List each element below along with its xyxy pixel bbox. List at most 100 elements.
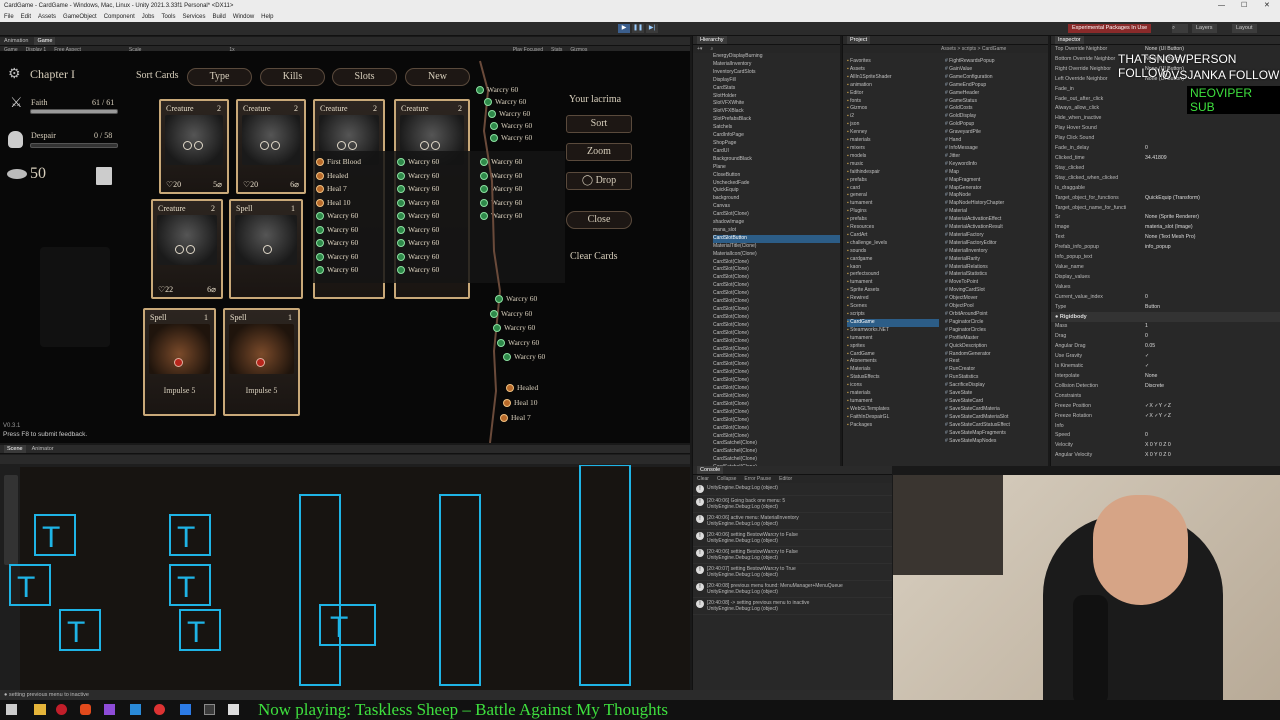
folder-icon[interactable] bbox=[34, 704, 46, 715]
project-folder[interactable]: ▪ materials bbox=[847, 390, 939, 398]
hierarchy-item[interactable]: CardSlot(Clone) bbox=[713, 306, 840, 314]
project-file[interactable]: # SaveStateMapFragments bbox=[945, 430, 1045, 438]
menu-item[interactable]: Window bbox=[233, 12, 254, 22]
hierarchy-item[interactable]: CardSlot(Clone) bbox=[713, 353, 840, 361]
project-folder[interactable]: ▪ Editor bbox=[847, 90, 939, 98]
list-item[interactable]: Warcry 60 bbox=[397, 182, 439, 196]
project-folder[interactable]: ▪ Scenes bbox=[847, 303, 939, 311]
hierarchy-item[interactable]: CardSlot(Clone) bbox=[713, 298, 840, 306]
pause-button[interactable]: ❚❚ bbox=[632, 24, 644, 33]
project-folder[interactable]: ▪ prefabs bbox=[847, 216, 939, 224]
hierarchy-item[interactable]: UncheckedFade bbox=[713, 180, 840, 188]
project-file[interactable]: # ObjectMover bbox=[945, 295, 1045, 303]
project-file[interactable]: # GameConfiguration bbox=[945, 74, 1045, 82]
project-file[interactable]: # MaterialFactory bbox=[945, 232, 1045, 240]
field-value[interactable]: None (Sprite Renderer) bbox=[1145, 213, 1280, 223]
project-file[interactable]: # MaterialRelations bbox=[945, 264, 1045, 272]
project-folder[interactable]: ▪ sprites bbox=[847, 343, 939, 351]
hierarchy-item[interactable]: CardSlot(Clone) bbox=[713, 330, 840, 338]
field-value[interactable]: materia_slot (Image) bbox=[1145, 223, 1280, 233]
play-button[interactable]: ▶ bbox=[618, 24, 630, 33]
hierarchy-item[interactable]: SlotPrefabsBlack bbox=[713, 116, 840, 124]
list-item[interactable]: Warcry 60 bbox=[316, 209, 361, 223]
project-folder[interactable]: ▪ general bbox=[847, 192, 939, 200]
list-item[interactable]: Heal 10 bbox=[316, 196, 361, 210]
list-item[interactable]: Warcry 60 bbox=[316, 250, 361, 264]
map-node[interactable]: Heal 7 bbox=[500, 413, 531, 423]
menu-item[interactable]: Services bbox=[182, 12, 205, 22]
hierarchy-item[interactable]: CardSlot(Clone) bbox=[713, 401, 840, 409]
menu-item[interactable]: Edit bbox=[21, 12, 31, 22]
tab-scene[interactable]: Scene bbox=[4, 445, 26, 453]
tab-console[interactable]: Console bbox=[697, 466, 724, 474]
project-folder[interactable]: ▪ tumament bbox=[847, 200, 939, 208]
project-file[interactable]: # RandomGenerator bbox=[945, 351, 1045, 359]
project-folder[interactable]: ▪ Sprite Assets bbox=[847, 287, 939, 295]
unity-icon[interactable] bbox=[228, 704, 239, 715]
project-file[interactable]: # Map bbox=[945, 169, 1045, 177]
hierarchy-item[interactable]: shadowImage bbox=[713, 219, 840, 227]
hierarchy-item[interactable]: Plane bbox=[713, 164, 840, 172]
hierarchy-item[interactable]: CardSatchel(Clone) bbox=[713, 448, 840, 456]
project-file[interactable]: # Rest bbox=[945, 358, 1045, 366]
hierarchy-item[interactable]: QuickEquip bbox=[713, 187, 840, 195]
field-value[interactable] bbox=[1145, 134, 1280, 144]
log-entry[interactable]: ! [20:40:08] -> setting previous menu to … bbox=[693, 598, 892, 615]
project-folder[interactable]: ▪ i2 bbox=[847, 113, 939, 121]
project-file[interactable]: # GraveyardPile bbox=[945, 129, 1045, 137]
project-folder[interactable]: ▪ models bbox=[847, 153, 939, 161]
field-value[interactable]: 1 bbox=[1145, 322, 1280, 332]
project-folder[interactable]: ▪ CardGame bbox=[847, 318, 939, 327]
hierarchy-item[interactable]: CardSlot(Clone) bbox=[713, 290, 840, 298]
project-folder[interactable]: ▪ music bbox=[847, 161, 939, 169]
app-icon[interactable] bbox=[180, 704, 191, 715]
menu-item[interactable]: Build bbox=[212, 12, 225, 22]
tab-animator[interactable]: Animator bbox=[32, 445, 54, 453]
project-file[interactable]: # ProfileMaster bbox=[945, 335, 1045, 343]
drop-button[interactable]: ◯ Drop bbox=[566, 172, 632, 190]
project-folder[interactable]: ▪ materials bbox=[847, 137, 939, 145]
project-file[interactable]: # MapGenerator bbox=[945, 185, 1045, 193]
field-value[interactable] bbox=[1145, 392, 1280, 402]
map-node[interactable]: Warcry 60 bbox=[495, 294, 537, 304]
app-icon[interactable] bbox=[56, 704, 67, 715]
card-creature-5[interactable]: Creature 2 ♡22 6⌀ bbox=[151, 199, 223, 299]
menu-item[interactable]: Assets bbox=[38, 12, 56, 22]
project-file[interactable]: # MovingCardSlot bbox=[945, 287, 1045, 295]
tab-game[interactable]: Game bbox=[34, 37, 56, 45]
maximize-icon[interactable]: ☐ bbox=[1241, 0, 1247, 12]
list-item[interactable]: Healed bbox=[316, 169, 361, 183]
list-item[interactable]: Warcry 60 bbox=[316, 263, 361, 277]
menu-item[interactable]: File bbox=[4, 12, 14, 22]
vscode-icon[interactable] bbox=[204, 704, 215, 715]
sort-slots-button[interactable]: Slots bbox=[332, 68, 397, 86]
project-file[interactable]: # FightRewardsPopup bbox=[945, 58, 1045, 66]
project-file[interactable]: # Material bbox=[945, 208, 1045, 216]
project-folder[interactable]: ▪ cardgame bbox=[847, 256, 939, 264]
project-folder[interactable]: ▪ tumament bbox=[847, 279, 939, 287]
project-folder[interactable]: ▪ AllIn1SpriteShader bbox=[847, 74, 939, 82]
field-value[interactable] bbox=[1145, 174, 1280, 184]
rigidbody-header[interactable]: ● Rigidbody bbox=[1051, 312, 1280, 323]
field-value[interactable]: 0 bbox=[1145, 332, 1280, 342]
clear-button[interactable]: Clear bbox=[697, 475, 709, 483]
list-item[interactable]: Warcry 60 bbox=[397, 196, 439, 210]
project-file[interactable]: # SaveStateCardMateriaSlot bbox=[945, 414, 1045, 422]
field-value[interactable]: 0.05 bbox=[1145, 342, 1280, 352]
hierarchy-item[interactable]: CardSlot(Clone) bbox=[713, 369, 840, 377]
project-file[interactable]: # MaterialFactoryEditor bbox=[945, 240, 1045, 248]
field-value[interactable] bbox=[1145, 204, 1280, 214]
project-file[interactable]: # MaterialActivationResult bbox=[945, 224, 1045, 232]
field-value[interactable]: 0 bbox=[1145, 144, 1280, 154]
field-value[interactable] bbox=[1145, 253, 1280, 263]
sort-type-button[interactable]: Type bbox=[187, 68, 252, 86]
field-value[interactable]: 34.41809 bbox=[1145, 154, 1280, 164]
project-file[interactable]: # SaveStateCardStatusEffect bbox=[945, 422, 1045, 430]
field-value[interactable]: X 0 Y 0 Z 0 bbox=[1145, 441, 1280, 451]
sort-kills-button[interactable]: Kills bbox=[260, 68, 325, 86]
hierarchy-item[interactable]: CardSlot(Clone) bbox=[713, 282, 840, 290]
project-file[interactable]: # MapNode bbox=[945, 192, 1045, 200]
close-icon[interactable]: ✕ bbox=[1264, 0, 1270, 12]
gear-icon[interactable]: ⚙ bbox=[8, 66, 21, 83]
project-file[interactable]: # MoveToPoint bbox=[945, 279, 1045, 287]
